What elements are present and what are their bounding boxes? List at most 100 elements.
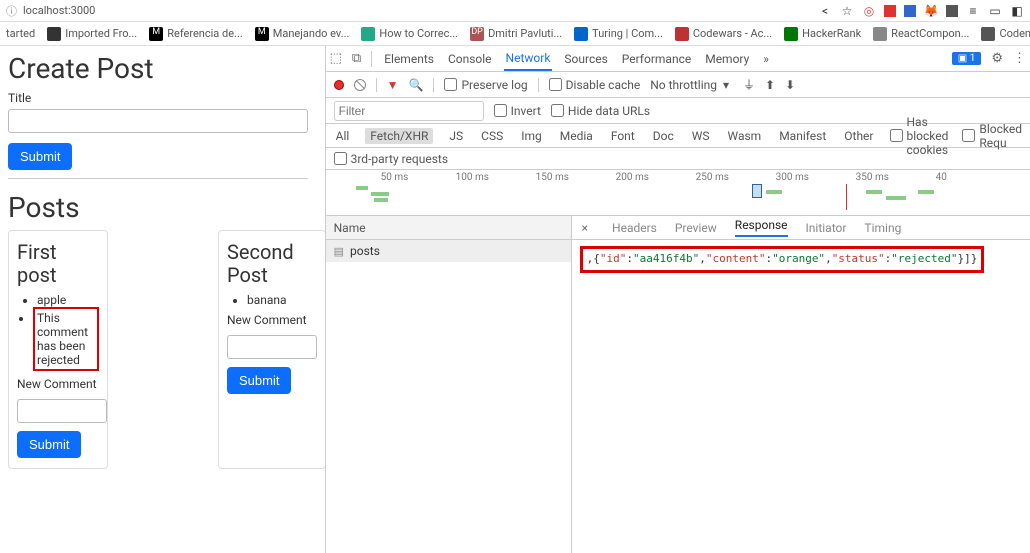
blocked-req-checkbox[interactable]: Blocked Requ [962, 122, 1022, 150]
bookmark[interactable]: tarted [6, 27, 35, 40]
browser-actions: < ☆ ◎ 🦊 ≡ ▭ ◧ [818, 4, 1024, 18]
filter-all[interactable]: All [334, 128, 352, 144]
request-row[interactable]: ▤ posts [326, 240, 571, 262]
close-icon[interactable]: × [582, 221, 588, 235]
comment-item: apple [37, 293, 99, 307]
request-detail: × Headers Preview Response Initiator Tim… [572, 216, 1030, 553]
comment-input[interactable] [17, 399, 107, 423]
ext6-icon[interactable]: ≡ [966, 4, 980, 18]
address-bar: ⓘ localhost:3000 < ☆ ◎ 🦊 ≡ ▭ ◧ [0, 0, 1030, 22]
filter-js[interactable]: JS [447, 128, 465, 144]
tab-network[interactable]: Network [504, 47, 553, 71]
bookmark[interactable]: Codementor [981, 27, 1030, 41]
bookmark[interactable]: Imported Fro... [47, 27, 137, 41]
create-submit-button[interactable]: Submit [8, 143, 72, 170]
url[interactable]: localhost:3000 [23, 4, 812, 17]
posts-heading: Posts [8, 191, 317, 224]
document-icon: ▤ [334, 245, 344, 258]
filter-fetch[interactable]: Fetch/XHR [365, 128, 433, 144]
issues-badge[interactable]: ▣ 1 [952, 52, 982, 65]
filter-media[interactable]: Media [558, 128, 595, 144]
tab-performance[interactable]: Performance [620, 48, 693, 70]
filter-icon[interactable]: ▼ [387, 78, 399, 92]
share-icon[interactable]: < [818, 4, 832, 18]
throttle-select[interactable]: No throttling ▾ [650, 78, 729, 92]
filter-img[interactable]: Img [519, 128, 544, 144]
bookmark[interactable]: DPDmitri Pavluti... [470, 27, 562, 41]
bookmark[interactable]: MManejando ev... [255, 27, 350, 41]
detail-tab-preview[interactable]: Preview [675, 221, 717, 235]
inspect-icon[interactable]: ⬚ [330, 51, 342, 66]
detail-tab-timing[interactable]: Timing [864, 221, 901, 235]
detail-tab-response[interactable]: Response [735, 218, 788, 237]
request-name-header[interactable]: Name [326, 216, 571, 240]
comment-submit-button[interactable]: Submit [17, 431, 81, 458]
devtools: ⬚ ⧉ Elements Console Network Sources Per… [325, 46, 1030, 553]
tabs-more[interactable]: » [761, 48, 771, 70]
tab-sources[interactable]: Sources [562, 48, 609, 70]
ext2-icon[interactable] [884, 5, 896, 17]
preserve-log-checkbox[interactable]: Preserve log [444, 78, 527, 92]
tab-elements[interactable]: Elements [382, 48, 436, 70]
bookmarks-bar: tarted Imported Fro... MReferencia de...… [0, 22, 1030, 46]
response-body: ,{"id":"aa416f4b","content":"orange","st… [572, 240, 1030, 279]
ext7-icon[interactable]: ▭ [988, 4, 1002, 18]
search-icon[interactable]: 🔍 [409, 78, 424, 92]
comment-input[interactable] [227, 335, 317, 359]
third-party-row: 3rd-party requests [326, 148, 1030, 170]
network-timeline[interactable]: 50 ms 100 ms 150 ms 200 ms 250 ms 300 ms… [326, 170, 1030, 216]
comment-submit-button[interactable]: Submit [227, 367, 291, 394]
bookmark[interactable]: HackerRank [784, 27, 861, 41]
ext1-icon[interactable]: ◎ [862, 4, 876, 18]
ext4-icon[interactable]: 🦊 [924, 4, 938, 18]
page-content: Create Post Title Submit Posts First pos… [0, 46, 325, 553]
detail-tab-initiator[interactable]: Initiator [806, 221, 847, 235]
third-party-checkbox[interactable]: 3rd-party requests [334, 152, 448, 166]
kebab-icon[interactable]: ⋮ [1013, 51, 1026, 66]
record-icon[interactable] [334, 80, 344, 90]
wifi-icon[interactable]: ⏚ [743, 76, 755, 93]
title-label: Title [8, 91, 317, 105]
bookmark[interactable]: How to Correc... [361, 27, 458, 41]
filter-other[interactable]: Other [842, 128, 875, 144]
bookmark[interactable]: Turing | Com... [574, 27, 663, 41]
clear-icon[interactable] [351, 76, 368, 93]
request-list: Name ▤ posts [326, 216, 572, 553]
rejected-comment: This comment has been rejected [33, 307, 99, 371]
upload-icon[interactable]: ⬆ [765, 78, 775, 92]
filter-wasm[interactable]: Wasm [726, 128, 764, 144]
post-card: First post apple This comment has been r… [8, 230, 108, 469]
post-title: First post [17, 241, 99, 287]
tab-memory[interactable]: Memory [703, 48, 751, 70]
filter-input[interactable] [334, 101, 484, 121]
gear-icon[interactable]: ⚙ [991, 51, 1003, 66]
window-icon[interactable]: ◧ [1010, 4, 1024, 18]
filter-font[interactable]: Font [609, 128, 637, 144]
new-comment-label: New Comment [227, 313, 317, 327]
network-type-filters: All Fetch/XHR JS CSS Img Media Font Doc … [326, 124, 1030, 148]
invert-checkbox[interactable]: Invert [494, 104, 541, 118]
new-comment-label: New Comment [17, 377, 99, 391]
post-title: Second Post [227, 241, 317, 287]
ext5-icon[interactable] [946, 5, 958, 17]
create-post-heading: Create Post [8, 52, 317, 85]
network-toolbar: ▼ 🔍 Preserve log Disable cache No thrott… [326, 72, 1030, 98]
download-icon[interactable]: ⬇ [785, 78, 795, 92]
device-icon[interactable]: ⧉ [352, 51, 361, 66]
disable-cache-checkbox[interactable]: Disable cache [549, 78, 641, 92]
filter-css[interactable]: CSS [479, 128, 505, 144]
detail-tab-headers[interactable]: Headers [612, 221, 657, 235]
filter-ws[interactable]: WS [690, 128, 712, 144]
bookmark[interactable]: MReferencia de... [149, 27, 243, 41]
bookmark[interactable]: Codewars - Ac... [675, 27, 772, 41]
hide-urls-checkbox[interactable]: Hide data URLs [551, 104, 650, 118]
devtools-tabs: ⬚ ⧉ Elements Console Network Sources Per… [326, 46, 1030, 72]
comment-item: banana [247, 293, 317, 307]
ext3-icon[interactable] [904, 5, 916, 17]
filter-doc[interactable]: Doc [651, 128, 676, 144]
bookmark[interactable]: ReactCompon... [873, 27, 969, 41]
title-input[interactable] [8, 109, 308, 133]
filter-manifest[interactable]: Manifest [777, 128, 828, 144]
tab-console[interactable]: Console [446, 48, 494, 70]
star-icon[interactable]: ☆ [840, 4, 854, 18]
